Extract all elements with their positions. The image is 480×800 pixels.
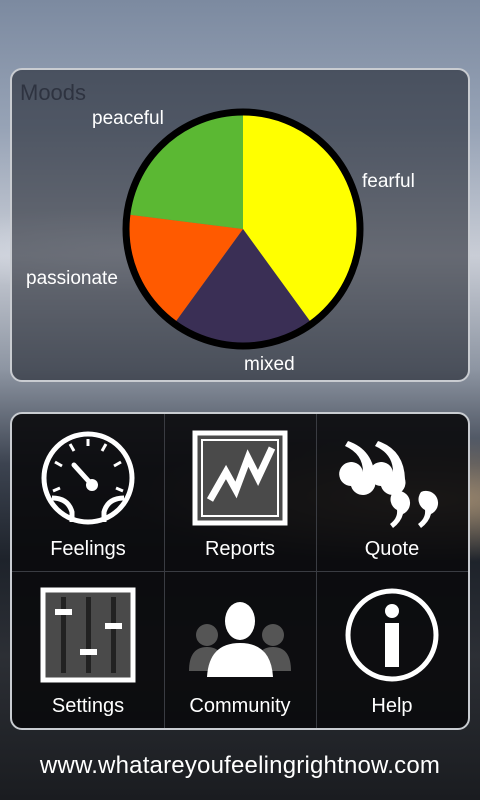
menu-item-help[interactable]: Help <box>316 571 468 728</box>
menu-label: Reports <box>204 538 276 560</box>
menu-label: Help <box>371 695 413 717</box>
pie-label-peaceful: peaceful <box>92 108 164 129</box>
pie-label-mixed: mixed <box>244 354 295 375</box>
menu-item-feelings[interactable]: Feelings <box>12 414 164 571</box>
menu-item-community[interactable]: Community <box>164 571 316 728</box>
pie-label-fearful: fearful <box>362 171 415 192</box>
moods-pie-chart: fearful mixed passionate peaceful <box>26 108 415 375</box>
info-icon <box>316 585 468 685</box>
menu-item-settings[interactable]: Settings <box>12 571 164 728</box>
menu-label: Settings <box>51 695 125 717</box>
moods-card: Moods fearful mixed passionate peaceful <box>10 68 470 382</box>
people-icon <box>164 585 316 685</box>
main-menu: Feelings Reports Quote Settings Communit… <box>10 412 470 730</box>
menu-label: Community <box>189 695 291 717</box>
pie-label-passionate: passionate <box>26 268 118 289</box>
quote-icon <box>316 428 468 528</box>
menu-grid: Feelings Reports Quote Settings Communit… <box>12 414 468 728</box>
speedometer-icon <box>12 428 164 528</box>
menu-label: Feelings <box>50 538 126 560</box>
menu-item-reports[interactable]: Reports <box>164 414 316 571</box>
menu-item-quote[interactable]: Quote <box>316 414 468 571</box>
website-url[interactable]: www.whatareyoufeelingrightnow.com <box>0 752 480 780</box>
sliders-icon <box>12 585 164 685</box>
menu-label: Quote <box>364 538 420 560</box>
chart-icon <box>164 428 316 528</box>
